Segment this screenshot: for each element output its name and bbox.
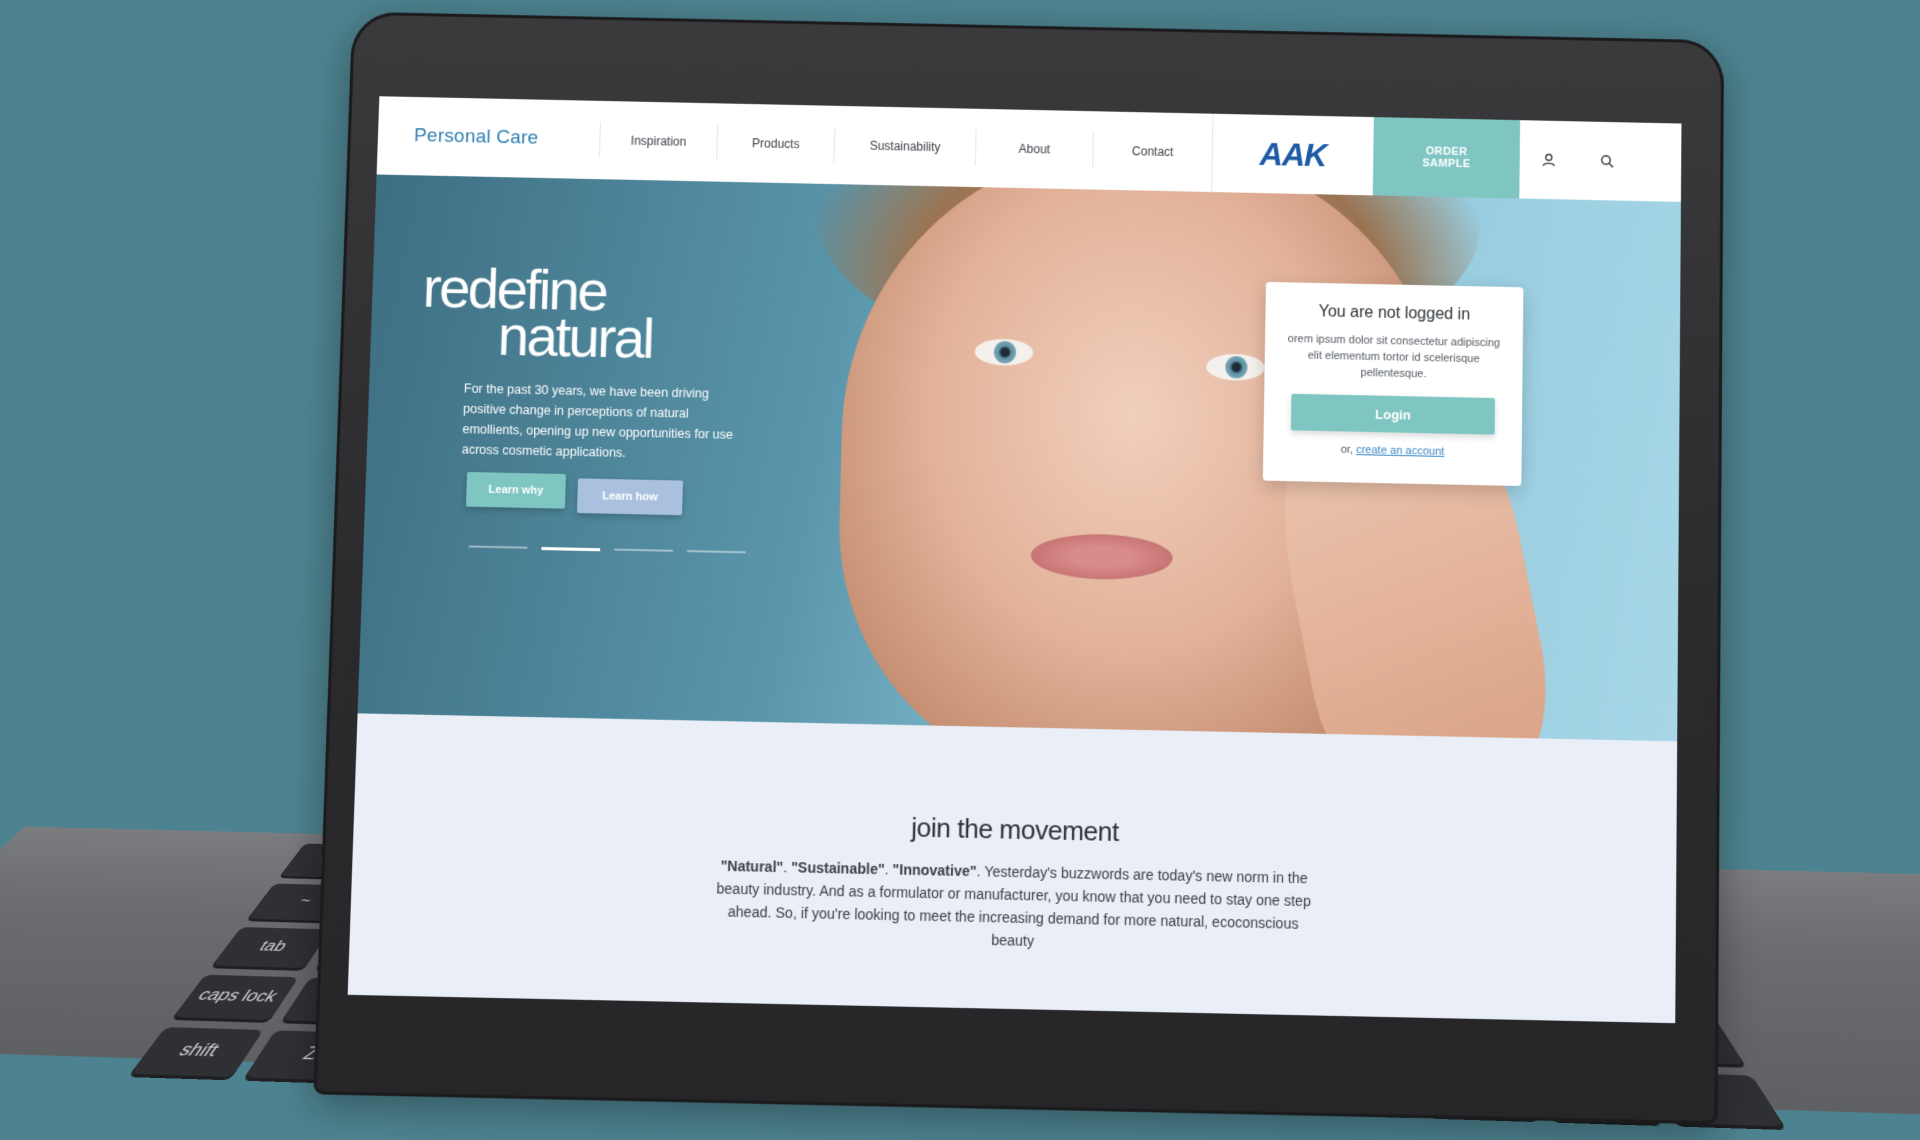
order-sample-button[interactable]: ORDER SAMPLE	[1372, 117, 1521, 199]
nav-item-inspiration[interactable]: Inspiration	[598, 121, 718, 161]
hero-description: For the past 30 years, we have been driv…	[461, 381, 734, 461]
carousel-dot-2[interactable]	[541, 546, 601, 552]
keyboard-key[interactable]: tab	[212, 927, 331, 969]
hero-title: redefine natural	[421, 255, 654, 371]
section-text: "Natural". "Sustainable". "Innovative". …	[716, 857, 1311, 950]
carousel-dot-3[interactable]	[614, 548, 673, 552]
nav-item-sustainability[interactable]: Sustainability	[833, 126, 976, 166]
create-account-link[interactable]: create an account	[1356, 444, 1444, 458]
popup-alt-text: or, create an account	[1340, 443, 1445, 458]
popup-text: orem ipsum dolor sit consectetur adipisc…	[1287, 332, 1501, 381]
nav-item-products[interactable]: Products	[716, 124, 835, 163]
logo-container[interactable]: AAK	[1211, 113, 1374, 196]
brand-link[interactable]: Personal Care	[378, 124, 600, 151]
nav-item-contact[interactable]: Contact	[1092, 132, 1213, 171]
login-popup: You are not logged in orem ipsum dolor s…	[1262, 281, 1524, 487]
carousel-dot-1[interactable]	[468, 545, 528, 549]
join-section: join the movement "Natural". "Sustainabl…	[347, 713, 1678, 1024]
search-button[interactable]	[1578, 121, 1637, 201]
nav-items: Inspiration Products Sustainability Abou…	[598, 101, 1213, 192]
learn-why-button[interactable]: Learn why	[465, 471, 567, 509]
aak-logo: AAK	[1259, 135, 1327, 173]
popup-title: You are not logged in	[1318, 303, 1471, 324]
browser-screen: Personal Care Inspiration Products Susta…	[347, 96, 1682, 1024]
carousel-dot-4[interactable]	[687, 550, 746, 554]
nav-item-about[interactable]: About	[974, 129, 1093, 169]
search-icon	[1600, 154, 1614, 168]
keyboard-key[interactable]: caps lock	[173, 974, 299, 1020]
order-sample-label: ORDER SAMPLE	[1422, 145, 1471, 171]
login-button[interactable]: Login	[1290, 393, 1496, 435]
learn-how-button[interactable]: Learn how	[576, 478, 683, 516]
keyboard-key[interactable]: shift	[130, 1027, 264, 1077]
laptop-lid: Personal Care Inspiration Products Susta…	[313, 11, 1725, 1125]
carousel-indicators	[468, 545, 746, 554]
hero-banner: redefine natural For the past 30 years, …	[357, 174, 1681, 742]
user-icon	[1542, 153, 1556, 167]
section-title: join the movement	[910, 811, 1120, 848]
account-button[interactable]	[1519, 120, 1578, 200]
